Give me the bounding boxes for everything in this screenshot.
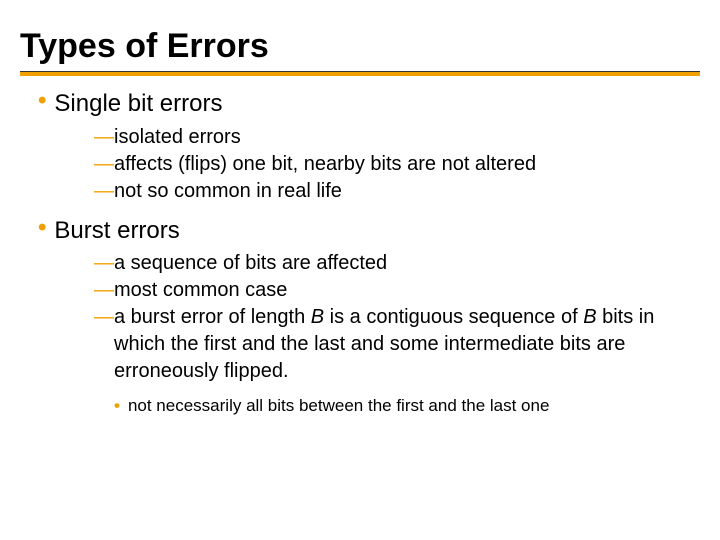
list-item-text: Burst errors	[54, 215, 179, 246]
slide-title: Types of Errors	[20, 28, 700, 72]
sublist-item-text: a sequence of bits are affected	[114, 250, 387, 277]
dash-icon: —	[94, 178, 114, 205]
sublist-item-text: most common case	[114, 277, 287, 304]
list-item-text: Single bit errors	[54, 88, 222, 119]
sublist-item: — affects (flips) one bit, nearby bits a…	[94, 151, 700, 178]
title-rule: Types of Errors	[20, 28, 700, 76]
bullet-list: • Single bit errors — isolated errors — …	[20, 88, 700, 417]
sub-sublist-item-text: not necessarily all bits between the fir…	[128, 395, 549, 418]
sublist-item: — a sequence of bits are affected	[94, 250, 700, 277]
list-item: • Burst errors	[38, 215, 700, 246]
dash-icon: —	[94, 304, 114, 331]
sublist-item-text: not so common in real life	[114, 178, 342, 205]
bullet-icon: •	[38, 88, 46, 114]
sub-sublist-item: • not necessarily all bits between the f…	[114, 395, 700, 418]
sublist-item-text: a burst error of length B is a contiguou…	[114, 304, 700, 385]
sublist-item: — a burst error of length B is a contigu…	[94, 304, 700, 385]
sub-sublist: • not necessarily all bits between the f…	[38, 395, 700, 418]
sublist-item-text: isolated errors	[114, 124, 241, 151]
sublist: — isolated errors — affects (flips) one …	[38, 124, 700, 205]
sublist-item: — most common case	[94, 277, 700, 304]
sublist: — a sequence of bits are affected — most…	[38, 250, 700, 385]
sublist-item: — isolated errors	[94, 124, 700, 151]
bullet-icon: •	[38, 215, 46, 241]
list-item: • Single bit errors	[38, 88, 700, 119]
dash-icon: —	[94, 151, 114, 178]
dash-icon: —	[94, 277, 114, 304]
dash-icon: —	[94, 124, 114, 151]
dash-icon: —	[94, 250, 114, 277]
bullet-icon: •	[114, 395, 120, 418]
sublist-item-text: affects (flips) one bit, nearby bits are…	[114, 151, 536, 178]
sublist-item: — not so common in real life	[94, 178, 700, 205]
